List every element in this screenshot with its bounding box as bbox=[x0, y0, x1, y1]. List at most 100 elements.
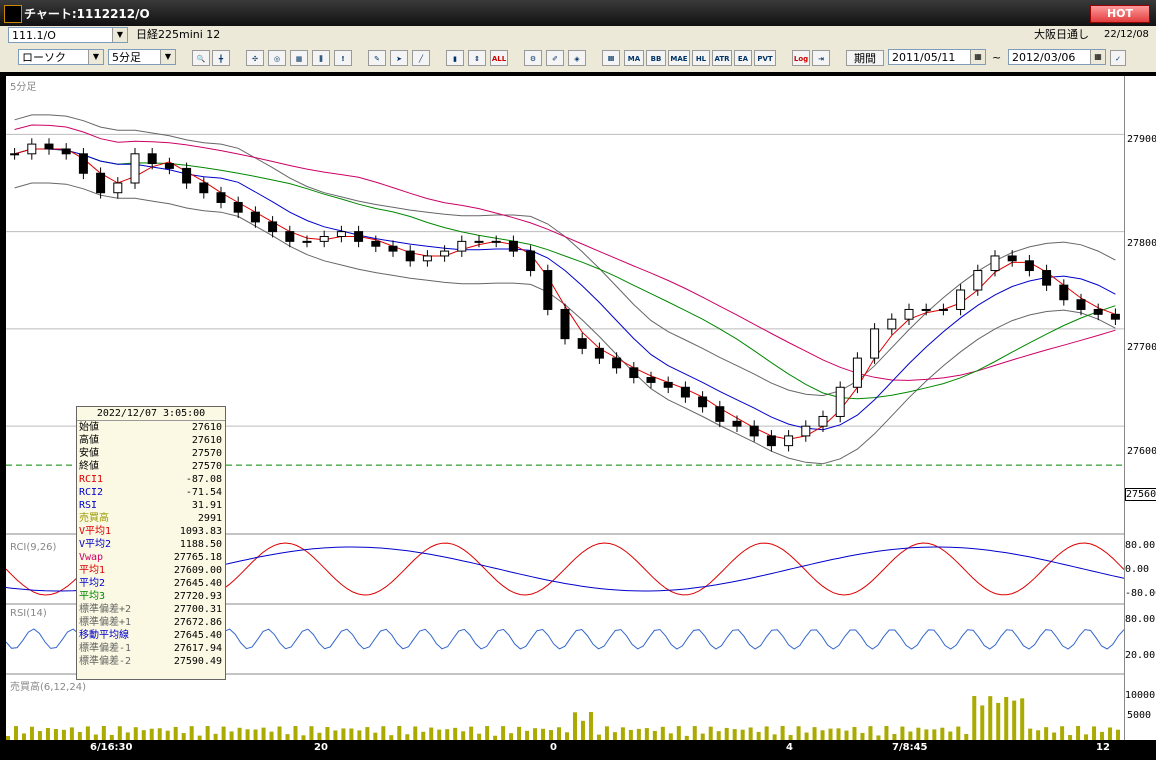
chart-icon[interactable]: ▦ bbox=[290, 50, 308, 66]
info-key: 標準偏差-1 bbox=[79, 643, 132, 654]
candle-body bbox=[440, 250, 450, 257]
candle-body bbox=[801, 425, 811, 437]
info-value: 27570 bbox=[191, 461, 222, 472]
pen-icon[interactable]: ✎ bbox=[368, 50, 386, 66]
candle-body bbox=[560, 308, 570, 340]
apply-checkbox[interactable]: ✓ bbox=[1110, 50, 1126, 66]
period-from-field[interactable]: 2011/05/11 ▦ bbox=[888, 49, 986, 65]
calendar-icon[interactable]: ▦ bbox=[1090, 50, 1105, 64]
info-key: V平均1 bbox=[79, 526, 112, 537]
info-row: 終値 27570 bbox=[77, 460, 225, 473]
rsi-tick: 20.00 bbox=[1125, 650, 1156, 661]
search-icon[interactable]: ◎ bbox=[268, 50, 286, 66]
chevron-down-icon[interactable]: ▼ bbox=[112, 28, 127, 42]
symbol-select[interactable]: 111.1/O ▼ bbox=[8, 27, 128, 43]
interval-select[interactable]: 5分足 ▼ bbox=[108, 49, 176, 65]
rsi-tick: 80.00 bbox=[1125, 614, 1156, 625]
volume-bar bbox=[732, 729, 737, 740]
info-value: 1188.50 bbox=[179, 539, 222, 550]
rci-panel-label: RCI(9,26) bbox=[10, 542, 57, 553]
volume-bar bbox=[333, 730, 338, 740]
info-value: 27700.31 bbox=[173, 604, 222, 615]
volume-bar bbox=[620, 727, 625, 740]
brush-icon[interactable]: ✐ bbox=[546, 50, 564, 66]
atr-button[interactable]: ATR bbox=[712, 50, 732, 66]
volume-bar bbox=[932, 729, 937, 740]
info-key: 標準偏差-2 bbox=[79, 656, 132, 667]
volume-bar bbox=[948, 731, 953, 740]
volume-bar bbox=[133, 727, 138, 740]
volume-bar bbox=[804, 732, 809, 740]
tool-icon[interactable]: ✣ bbox=[246, 50, 264, 66]
volume-bar bbox=[740, 729, 745, 740]
date-label: 22/12/08 bbox=[1104, 29, 1149, 40]
split-icon[interactable]: ⫼ bbox=[312, 50, 330, 66]
crosshair-icon[interactable]: ╋ bbox=[212, 50, 230, 66]
palette-icon[interactable]: ◈ bbox=[568, 50, 586, 66]
candle-body bbox=[491, 240, 501, 243]
candle-body bbox=[904, 308, 914, 320]
hot-badge[interactable]: HOT bbox=[1090, 5, 1150, 23]
volume-bar bbox=[125, 732, 130, 740]
candle-body bbox=[182, 167, 192, 184]
candle-body bbox=[457, 240, 467, 252]
hl-button[interactable]: HL bbox=[692, 50, 710, 66]
pvt-button[interactable]: PVT bbox=[754, 50, 776, 66]
volume-bar bbox=[588, 712, 593, 740]
cursor-icon[interactable]: ⇕ bbox=[468, 50, 486, 66]
period-button[interactable]: 期間 bbox=[846, 50, 884, 66]
indicator-icon[interactable]: Ⅲ bbox=[602, 50, 620, 66]
range-separator: ~ bbox=[992, 51, 1002, 64]
candle-body bbox=[698, 396, 708, 408]
vol-tick: 5000 bbox=[1127, 710, 1152, 721]
volume-bar bbox=[796, 726, 801, 740]
candle-body bbox=[285, 231, 295, 242]
export-icon[interactable]: ⇥ bbox=[812, 50, 830, 66]
ea-button[interactable]: EA bbox=[734, 50, 752, 66]
volume-bar bbox=[1060, 726, 1065, 740]
all-icon[interactable]: ALL bbox=[490, 50, 508, 66]
volume-bar bbox=[1020, 698, 1025, 740]
candle-body bbox=[130, 153, 140, 184]
calendar-icon[interactable]: ▦ bbox=[970, 50, 985, 64]
info-value: 27645.40 bbox=[173, 630, 222, 641]
candle-body bbox=[474, 240, 484, 243]
alert-icon[interactable]: ! bbox=[334, 50, 352, 66]
volume-bar bbox=[940, 727, 945, 740]
candle-body bbox=[44, 143, 54, 150]
settings-icon[interactable]: ⚙ bbox=[524, 50, 542, 66]
chevron-down-icon[interactable]: ▼ bbox=[88, 50, 103, 64]
candle-body bbox=[78, 153, 88, 174]
candle-body bbox=[887, 318, 897, 330]
mae-button[interactable]: MAE bbox=[668, 50, 690, 66]
volume-bar bbox=[844, 730, 849, 740]
info-value: 27570 bbox=[191, 448, 222, 459]
period-to-value: 2012/03/06 bbox=[1012, 51, 1076, 64]
volume-bar bbox=[349, 728, 354, 740]
price-axis: 27900 27800 27700 27600 27560 80.00 0.00… bbox=[1124, 76, 1156, 740]
candle-body bbox=[508, 240, 518, 252]
pointer-icon[interactable]: ➤ bbox=[390, 50, 408, 66]
period-to-field[interactable]: 2012/03/06 ▦ bbox=[1008, 49, 1106, 65]
x-tick: 0 bbox=[550, 742, 557, 753]
log-button[interactable]: Log bbox=[792, 50, 810, 66]
info-row: 平均3 27720.93 bbox=[77, 590, 225, 603]
volume-bar bbox=[253, 729, 258, 740]
ma3-line bbox=[14, 148, 1116, 400]
candle-body bbox=[990, 255, 1000, 272]
info-value: 27720.93 bbox=[173, 591, 222, 602]
x-tick: 4 bbox=[786, 742, 793, 753]
volume-bar bbox=[964, 733, 969, 740]
volume-bar bbox=[676, 726, 681, 740]
chart-type-select[interactable]: ローソク ▼ bbox=[18, 49, 104, 65]
line-icon[interactable]: ╱ bbox=[412, 50, 430, 66]
zoom-icon[interactable]: 🔍 bbox=[192, 50, 210, 66]
candle-icon[interactable]: ▮ bbox=[446, 50, 464, 66]
chevron-down-icon[interactable]: ▼ bbox=[160, 50, 175, 64]
info-row: 標準偏差-1 27617.94 bbox=[77, 642, 225, 655]
ma-button[interactable]: MA bbox=[624, 50, 644, 66]
bb-button[interactable]: BB bbox=[646, 50, 666, 66]
info-key: 終値 bbox=[79, 461, 99, 472]
symbol-bar: 111.1/O ▼ 日経225mini 12 大阪日通し 22/12/08 bbox=[0, 26, 1156, 45]
volume-bar bbox=[285, 734, 290, 740]
